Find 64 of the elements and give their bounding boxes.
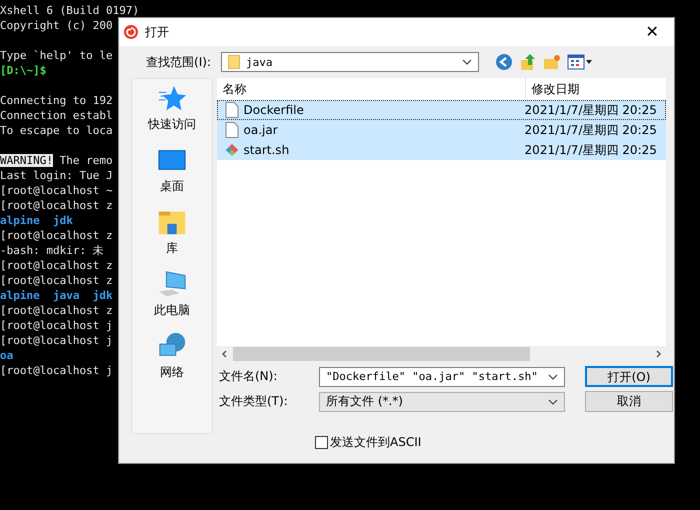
computer-icon	[156, 269, 187, 299]
star-icon	[156, 83, 187, 113]
close-button[interactable]: ✕	[630, 18, 674, 46]
warning-tag: WARNING!	[0, 154, 53, 167]
folder-icon	[228, 55, 240, 69]
up-folder-icon[interactable]	[519, 53, 537, 71]
chevron-down-icon	[462, 59, 472, 65]
terminal-line: The remo	[60, 154, 113, 167]
swirl-icon	[123, 24, 139, 40]
terminal-line: [root@localhost j	[0, 319, 113, 332]
file-row[interactable]: Dockerfile 2021/1/7/星期四 20:25	[216, 100, 666, 120]
file-row[interactable]: oa.jar 2021/1/7/星期四 20:25	[216, 120, 666, 140]
look-in-dropdown[interactable]: java	[221, 52, 479, 72]
file-name-field[interactable]: "Dockerfile" "oa.jar" "start.sh"	[319, 366, 565, 386]
terminal-line: Connecting to 192	[0, 94, 113, 107]
terminal-line: [root@localhost z	[0, 199, 113, 212]
file-row[interactable]: start.sh 2021/1/7/星期四 20:25	[216, 140, 666, 160]
scroll-left-icon[interactable]	[220, 350, 229, 358]
cancel-button[interactable]: 取消	[585, 391, 673, 412]
look-in-label: 查找范围(I):	[145, 54, 211, 70]
file-name: start.sh	[244, 143, 290, 157]
file-date: 2021/1/7/星期四 20:25	[524, 122, 658, 138]
file-name: Dockerfile	[244, 103, 304, 117]
scroll-right-icon[interactable]	[654, 350, 662, 358]
terminal-line: [root@localhost z	[0, 304, 113, 317]
terminal-line: To escape to loca	[0, 124, 113, 137]
chevron-down-icon	[548, 374, 558, 380]
terminal-line: Type `help' to le	[0, 49, 113, 62]
document-icon	[224, 102, 239, 118]
back-icon[interactable]	[495, 53, 513, 71]
file-name: oa.jar	[244, 123, 278, 137]
terminal-line: [root@localhost z	[0, 259, 113, 272]
terminal-line: [root@localhost ~	[0, 184, 113, 197]
diamond-icon	[224, 142, 239, 158]
document-icon	[224, 122, 239, 138]
checkbox[interactable]	[315, 436, 328, 449]
place-item[interactable]: 网络	[132, 331, 211, 393]
place-item[interactable]: 桌面	[132, 145, 211, 207]
file-date: 2021/1/7/星期四 20:25	[524, 102, 658, 118]
file-type-dropdown[interactable]: 所有文件 (*.*)	[319, 392, 565, 412]
chevron-down-icon	[548, 398, 558, 404]
file-type-label: 文件类型(T):	[219, 393, 289, 410]
window-title: 打开	[145, 24, 169, 40]
terminal-line: Xshell 6 (Build 0197)	[0, 4, 140, 17]
terminal-line: [root@localhost z	[0, 274, 113, 287]
place-item[interactable]: 此电脑	[132, 269, 211, 331]
view-menu-icon[interactable]	[567, 54, 593, 70]
file-date: 2021/1/7/星期四 20:25	[524, 142, 658, 158]
place-item[interactable]: 库	[132, 207, 211, 269]
terminal-line: [D:\~]$	[0, 64, 46, 77]
terminal-line: alpine java jdk	[0, 289, 113, 302]
checkbox-label[interactable]: 发送文件到ASCII	[330, 434, 422, 451]
terminal-line: alpine jdk	[0, 214, 73, 227]
file-name-label: 文件名(N):	[219, 368, 278, 385]
place-item[interactable]: 快速访问	[132, 83, 211, 145]
terminal-line: -bash: mdkir: 未	[0, 244, 104, 257]
terminal-line: Connection establ	[0, 109, 113, 122]
open-button[interactable]: 打开(O)	[585, 366, 673, 387]
terminal-line: Last login: Tue J	[0, 169, 113, 182]
terminal-line: [root@localhost j	[0, 364, 113, 377]
terminal-line: [root@localhost j	[0, 334, 113, 347]
terminal-line: [root@localhost z	[0, 229, 113, 242]
terminal-line: Copyright (c) 200	[0, 19, 113, 32]
terminal-line: oa	[0, 349, 14, 362]
